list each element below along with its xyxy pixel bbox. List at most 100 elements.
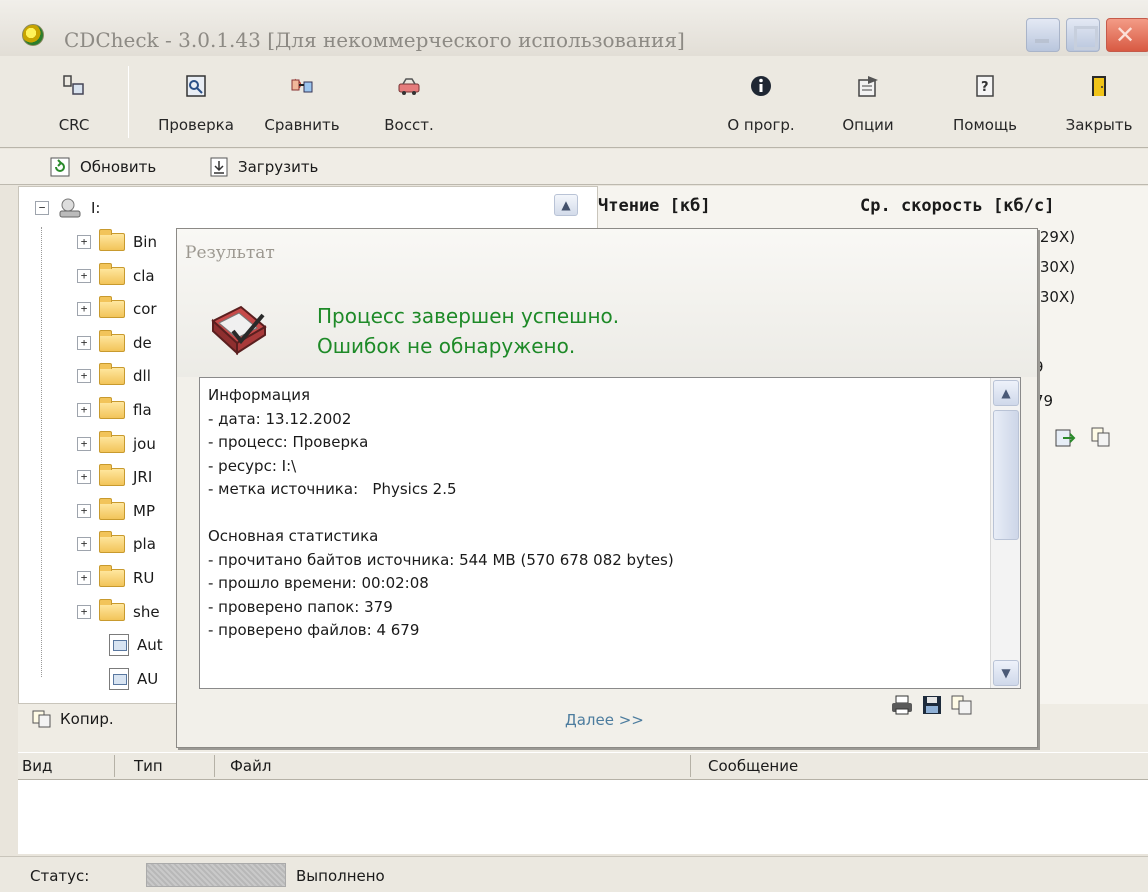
copy-icon[interactable] — [951, 695, 973, 715]
tree-item-label: Aut — [137, 636, 163, 655]
info-textbox[interactable]: Информация - дата: 13.12.2002 - процесс:… — [199, 377, 1021, 689]
crc-icon — [63, 75, 84, 95]
toolbar-separator — [128, 66, 129, 138]
tree-item-label: MP — [133, 501, 155, 520]
sort-up-button[interactable]: ▲ — [554, 194, 578, 216]
col-file[interactable]: Файл — [230, 757, 271, 775]
col-divider — [690, 755, 691, 777]
main-toolbar: CRC Проверка 🗘 Сравнить Восст. О прогр. … — [0, 56, 1148, 148]
next-link[interactable]: Далее >> — [565, 711, 644, 729]
check-button[interactable]: Проверка — [146, 56, 246, 148]
tree-item-label: cor — [133, 300, 157, 319]
tree-item[interactable]: + Bin — [77, 225, 157, 259]
col-type[interactable]: Тип — [134, 757, 163, 775]
scroll-thumb[interactable] — [993, 410, 1019, 540]
folder-icon — [99, 363, 125, 386]
compare-label: Сравнить — [264, 116, 340, 134]
tree-item[interactable]: AU — [109, 662, 158, 696]
load-button[interactable]: Загрузить — [210, 149, 318, 185]
export-icon[interactable] — [1054, 426, 1076, 448]
folder-icon — [99, 397, 125, 419]
help-icon: ? — [976, 75, 994, 97]
expand-icon[interactable]: + — [77, 436, 91, 451]
tree-item-label: she — [133, 602, 160, 621]
info-icon — [751, 76, 771, 96]
status-progress — [146, 863, 286, 887]
file-icon — [109, 667, 129, 690]
folder-icon — [99, 329, 125, 352]
tree-item[interactable]: + de — [77, 326, 152, 360]
close-window-button[interactable] — [1106, 18, 1148, 52]
crc-button[interactable]: CRC — [44, 56, 104, 148]
expand-icon[interactable]: + — [77, 369, 91, 384]
col-message[interactable]: Сообщение — [708, 757, 798, 775]
expand-icon[interactable]: + — [77, 604, 91, 619]
message-line: Ошибок не обнаружено. — [317, 334, 576, 358]
refresh-button[interactable]: Обновить — [50, 149, 156, 185]
status-label: Статус: — [30, 867, 90, 885]
expand-icon[interactable]: + — [77, 403, 91, 417]
file-icon — [109, 634, 129, 657]
tree-item[interactable]: Aut — [109, 628, 163, 662]
expand-icon[interactable]: + — [77, 268, 91, 283]
help-button[interactable]: ? Помощь — [942, 56, 1028, 148]
folder-icon — [99, 565, 125, 587]
copy-icon[interactable] — [1090, 426, 1112, 448]
vertical-scrollbar[interactable]: ▲ ▼ — [990, 378, 1020, 688]
dialog-header: Результат Процесс завершен успешно. Ошиб… — [177, 229, 1037, 377]
tree-item[interactable]: + RU — [77, 561, 154, 595]
expand-icon[interactable]: + — [77, 335, 91, 350]
col-kind[interactable]: Вид — [22, 757, 52, 775]
collapse-icon[interactable]: − — [35, 201, 49, 215]
expand-icon[interactable]: + — [77, 503, 91, 518]
load-label: Загрузить — [238, 158, 319, 176]
drive-icon — [59, 198, 81, 218]
tree-item-label: de — [133, 333, 152, 352]
folder-icon — [99, 531, 125, 554]
read-column-header[interactable]: Чтение [кб] — [598, 196, 711, 216]
expand-icon[interactable]: + — [77, 302, 91, 317]
restore-button[interactable]: Восст. — [374, 56, 444, 148]
expand-icon[interactable]: + — [77, 470, 91, 485]
tree-item-label: RU — [133, 569, 155, 587]
tree-item[interactable]: + pla — [77, 527, 156, 561]
status-bar: Статус: Выполнено — [0, 856, 1148, 892]
tree-item-label: dll — [133, 367, 151, 386]
scroll-up-button[interactable]: ▲ — [993, 380, 1019, 406]
tree-item-label: JRI — [133, 468, 153, 487]
compare-button[interactable]: 🗘 Сравнить — [252, 56, 352, 148]
print-icon[interactable] — [891, 695, 913, 715]
save-icon[interactable] — [921, 695, 943, 715]
tree-item[interactable]: + MP — [77, 494, 155, 528]
expand-icon[interactable]: + — [77, 537, 91, 552]
minimize-button[interactable] — [1026, 18, 1060, 52]
title-bar: CDCheck - 3.0.1.43 [Для некоммерческого … — [0, 0, 1148, 56]
tree-item[interactable]: + dll — [77, 359, 151, 393]
app-logo-icon — [22, 24, 44, 46]
info-text: Информация - дата: 13.12.2002 - процесс:… — [208, 386, 674, 639]
tree-item[interactable]: + fla — [77, 393, 152, 427]
speed-value: (30X) — [1034, 258, 1076, 276]
maximize-button[interactable] — [1066, 18, 1100, 52]
message-line: Процесс завершен успешно. — [317, 304, 620, 328]
about-button[interactable]: О прогр. — [724, 56, 798, 148]
expand-icon[interactable]: + — [77, 571, 91, 585]
copy-tab[interactable]: Копир. — [32, 710, 114, 728]
tree-item[interactable]: + jou — [77, 427, 156, 461]
folder-icon — [99, 296, 125, 319]
tree-item[interactable]: + cla — [77, 259, 155, 293]
close-button[interactable]: Закрыть — [1052, 56, 1146, 148]
result-dialog: Результат Процесс завершен успешно. Ошиб… — [176, 228, 1038, 748]
tree-root[interactable]: − I: — [35, 191, 100, 225]
scroll-down-button[interactable]: ▼ — [993, 660, 1019, 686]
log-table-body[interactable] — [18, 780, 1148, 854]
tree-item[interactable]: + JRI — [77, 460, 152, 494]
expand-icon[interactable]: + — [77, 235, 91, 249]
speed-value: (30X) — [1034, 288, 1076, 306]
speed-column-header[interactable]: Ср. скорость [кб/с] — [860, 196, 1054, 216]
refresh-icon — [50, 157, 70, 177]
tree-item[interactable]: + she — [77, 595, 160, 629]
secondary-toolbar: Обновить Загрузить — [0, 149, 1148, 185]
tree-item[interactable]: + cor — [77, 292, 157, 326]
options-button[interactable]: Опции — [838, 56, 898, 148]
